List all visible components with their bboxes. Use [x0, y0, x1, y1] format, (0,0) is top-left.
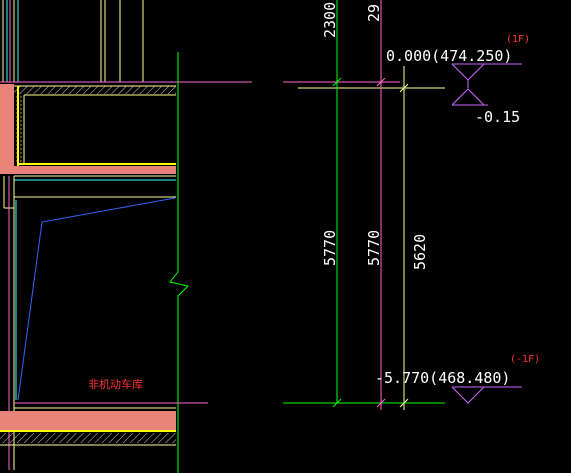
level-value-neg1f: -5.770(468.480) — [375, 369, 510, 387]
dim-5770-a: 5770 — [321, 230, 339, 266]
green-axis-with-break — [169, 52, 189, 473]
upper-wall-lines — [2, 0, 144, 82]
ground-slab — [0, 84, 176, 198]
level-value-1f: 0.000(474.250) — [386, 47, 512, 65]
building-section: 非机动车库 — [0, 0, 252, 473]
dimension-system: 2300 29 5770 5770 5620 0.000(474.250) (1… — [283, 0, 540, 410]
dim-5770-b: 5770 — [365, 230, 383, 266]
dim-5620: 5620 — [411, 234, 429, 270]
level-marker-neg1f: -5.770(468.480) (-1F) — [375, 354, 540, 404]
blue-leader — [17, 197, 176, 401]
level-floor-1f: (1F) — [506, 34, 530, 45]
level-marker-1f: 0.000(474.250) (1F) — [386, 34, 530, 88]
room-label: 非机动车库 — [88, 377, 143, 391]
dim-top-2300: 2300 — [321, 2, 339, 38]
cad-drawing: 非机动车库 2300 29 5770 5770 5620 0.000(474.2… — [0, 0, 540, 473]
level-value-015: -0.15 — [475, 108, 520, 126]
level-floor-neg1f: (-1F) — [510, 354, 540, 365]
dim-top-29: 29 — [365, 4, 383, 22]
level-marker-015: -0.15 — [451, 88, 520, 126]
basement-slab — [0, 402, 208, 446]
